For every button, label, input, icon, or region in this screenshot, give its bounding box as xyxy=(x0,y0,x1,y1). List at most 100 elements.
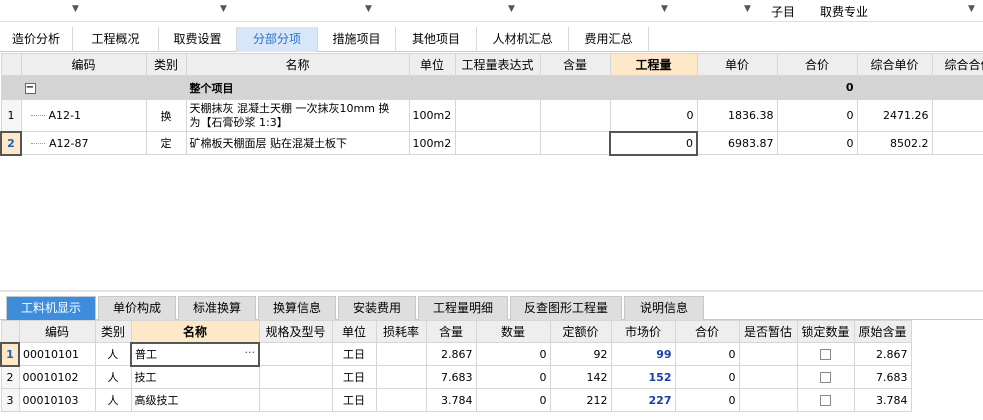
col-header-unit-price[interactable]: 单价 xyxy=(696,53,778,76)
material-code[interactable]: 00010101 xyxy=(18,342,96,366)
table-row[interactable]: − 整个项目 0 xyxy=(0,75,983,100)
col-header-code[interactable]: 编码 xyxy=(18,320,96,343)
item-quantity[interactable]: 0 xyxy=(609,99,698,132)
group-name[interactable]: 整个项目 xyxy=(185,75,410,100)
item-expression[interactable] xyxy=(454,131,541,155)
material-type[interactable]: 人 xyxy=(94,342,132,366)
chevron-down-icon[interactable]: ▼ xyxy=(508,4,515,14)
col-header-total[interactable]: 合价 xyxy=(674,320,740,343)
material-content[interactable]: 7.683 xyxy=(425,365,477,389)
row-number[interactable]: 3 xyxy=(0,388,20,412)
col-header-comprehensive-total[interactable]: 综合合价 xyxy=(931,53,983,76)
tab-sub-items[interactable]: 分部分项 xyxy=(237,27,318,52)
material-unit[interactable]: 工日 xyxy=(331,365,377,389)
tab-fee-settings[interactable]: 取费设置 xyxy=(159,27,237,52)
material-unit[interactable]: 工日 xyxy=(331,388,377,412)
subitem-label[interactable]: 子目 xyxy=(771,3,795,20)
material-loss-rate[interactable] xyxy=(375,365,427,389)
tab-quantity-detail[interactable]: 工程量明细 xyxy=(418,296,508,320)
material-name[interactable]: 技工 xyxy=(130,365,260,389)
material-loss-rate[interactable] xyxy=(375,342,427,366)
material-spec[interactable] xyxy=(258,388,333,412)
row-number[interactable]: 2 xyxy=(0,130,22,156)
material-code[interactable]: 00010103 xyxy=(18,388,96,412)
material-qty[interactable]: 0 xyxy=(475,342,551,366)
tab-standard-conversion[interactable]: 标准换算 xyxy=(178,296,256,320)
material-unit[interactable]: 工日 xyxy=(331,342,377,366)
item-expression[interactable] xyxy=(454,99,541,132)
material-market-price[interactable]: 227 xyxy=(610,388,676,412)
tab-unit-price-composition[interactable]: 单价构成 xyxy=(98,296,176,320)
material-type[interactable]: 人 xyxy=(94,365,132,389)
col-header-loss-rate[interactable]: 损耗率 xyxy=(375,320,427,343)
col-header-type[interactable]: 类别 xyxy=(94,320,132,343)
material-code[interactable]: 00010102 xyxy=(18,365,96,389)
tab-project-overview[interactable]: 工程概况 xyxy=(73,27,159,52)
item-type[interactable]: 换 xyxy=(145,99,187,132)
col-header-comprehensive-price[interactable]: 综合单价 xyxy=(856,53,933,76)
material-spec[interactable] xyxy=(258,365,333,389)
material-loss-rate[interactable] xyxy=(375,388,427,412)
item-content[interactable] xyxy=(539,131,611,155)
row-number[interactable]: 2 xyxy=(0,365,20,389)
material-qty[interactable]: 0 xyxy=(475,365,551,389)
col-header-unit[interactable]: 单位 xyxy=(331,320,377,343)
tab-other-items[interactable]: 其他项目 xyxy=(396,27,477,52)
item-unit[interactable]: 100m2 xyxy=(408,99,456,132)
col-header-expression[interactable]: 工程量表达式 xyxy=(454,53,541,76)
table-row[interactable]: 3 00010103 人 高级技工 工日 3.784 0 212 227 0 3… xyxy=(0,388,912,412)
lock-qty-checkbox[interactable] xyxy=(820,372,831,383)
tab-labor-material-display[interactable]: 工料机显示 xyxy=(6,296,96,320)
lock-qty-checkbox[interactable] xyxy=(820,349,831,360)
chevron-down-icon[interactable]: ▼ xyxy=(220,4,227,14)
col-header-name[interactable]: 名称 xyxy=(185,53,410,76)
row-number[interactable]: 1 xyxy=(0,341,20,367)
material-provisional[interactable] xyxy=(738,388,798,412)
item-type[interactable]: 定 xyxy=(145,131,187,155)
col-header-provisional[interactable]: 是否暂估 xyxy=(738,320,798,343)
tab-labor-material-summary[interactable]: 人材机汇总 xyxy=(477,27,569,52)
pane-splitter[interactable] xyxy=(0,290,983,292)
material-market-price[interactable]: 152 xyxy=(610,365,676,389)
item-unit-price[interactable]: 1836.38 xyxy=(696,99,778,132)
more-icon[interactable]: ··· xyxy=(245,346,256,359)
tab-conversion-info[interactable]: 换算信息 xyxy=(258,296,336,320)
chevron-down-icon[interactable]: ▼ xyxy=(744,4,751,14)
tab-description-info[interactable]: 说明信息 xyxy=(624,296,704,320)
item-quantity[interactable]: 0 xyxy=(609,130,698,156)
row-number[interactable]: 1 xyxy=(0,99,22,132)
col-header-original-content[interactable]: 原始含量 xyxy=(853,320,912,343)
col-header-lock-qty[interactable]: 锁定数量 xyxy=(796,320,855,343)
chevron-down-icon[interactable]: ▼ xyxy=(968,4,975,14)
col-header-quantity[interactable]: 工程量 xyxy=(609,53,698,76)
item-unit-price[interactable]: 6983.87 xyxy=(696,131,778,155)
item-unit[interactable]: 100m2 xyxy=(408,131,456,155)
material-content[interactable]: 2.867 xyxy=(425,342,477,366)
col-header-total[interactable]: 合价 xyxy=(776,53,858,76)
col-header-code[interactable]: 编码 xyxy=(20,53,147,76)
tab-cost-analysis[interactable]: 造价分析 xyxy=(0,27,73,52)
material-provisional[interactable] xyxy=(738,342,798,366)
col-header-type[interactable]: 类别 xyxy=(145,53,187,76)
table-row[interactable]: 1 A12-1 换 天棚抹灰 混凝土天棚 一次抹灰10mm 换 为【石膏砂浆 1… xyxy=(0,99,983,132)
col-header-qty[interactable]: 数量 xyxy=(475,320,551,343)
material-qty[interactable]: 0 xyxy=(475,388,551,412)
table-row[interactable]: 2 A12-87 定 矿棉板天棚面层 贴在混凝土板下 100m2 0 6983.… xyxy=(0,130,983,156)
material-content[interactable]: 3.784 xyxy=(425,388,477,412)
col-header-spec[interactable]: 规格及型号 xyxy=(258,320,333,343)
material-type[interactable]: 人 xyxy=(94,388,132,412)
tab-reverse-graphic-quantity[interactable]: 反查图形工程量 xyxy=(510,296,622,320)
chevron-down-icon[interactable]: ▼ xyxy=(365,4,372,14)
collapse-icon[interactable]: − xyxy=(24,82,36,94)
material-name[interactable]: 高级技工 xyxy=(130,388,260,412)
material-provisional[interactable] xyxy=(738,365,798,389)
material-market-price[interactable]: 99 xyxy=(610,342,676,366)
item-content[interactable] xyxy=(539,99,611,132)
col-header-content[interactable]: 含量 xyxy=(425,320,477,343)
table-row[interactable]: 2 00010102 人 技工 工日 7.683 0 142 152 0 7.6… xyxy=(0,365,912,389)
tab-fee-summary[interactable]: 费用汇总 xyxy=(569,27,649,52)
material-spec[interactable] xyxy=(258,342,333,366)
table-row[interactable]: 1 00010101 人 普工 ··· 工日 2.867 0 92 99 0 2.… xyxy=(0,341,912,367)
col-header-market-price[interactable]: 市场价 xyxy=(610,320,676,343)
item-name[interactable]: 矿棉板天棚面层 贴在混凝土板下 xyxy=(185,131,410,155)
